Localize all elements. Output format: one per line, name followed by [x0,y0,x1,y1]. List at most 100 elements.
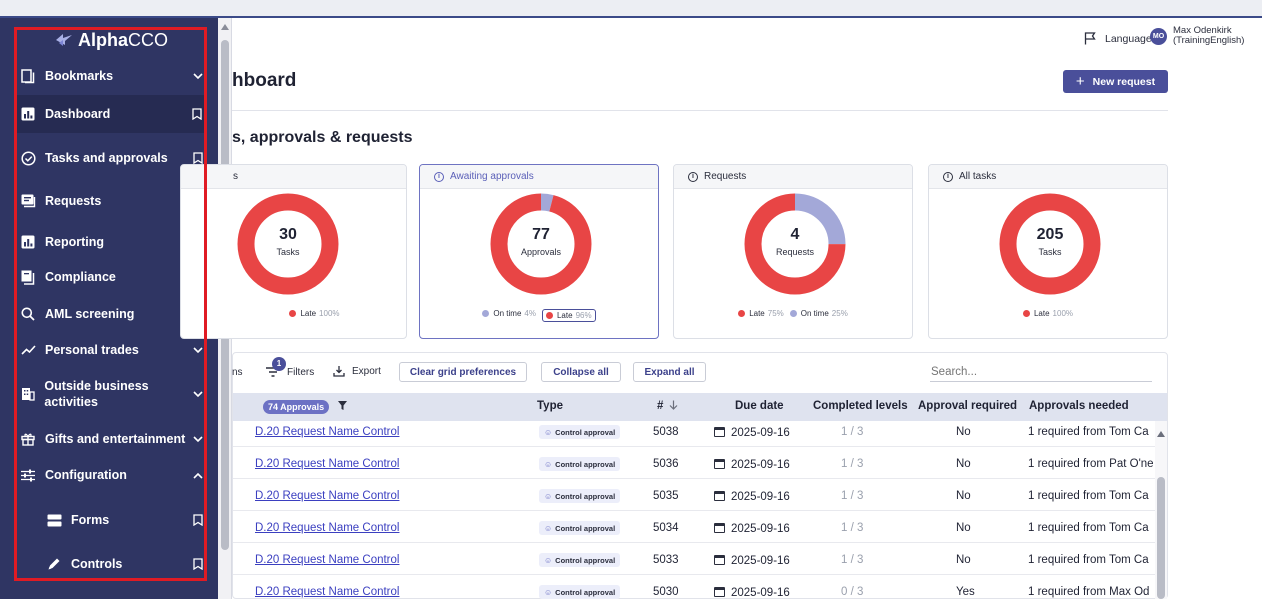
donut-value: 30 [279,226,297,243]
legend-item[interactable]: Late 100% [1022,309,1073,318]
summary-card[interactable]: s 30 Tasks Late 100% [180,164,407,339]
person-icon: ☺ [544,491,553,501]
sidebar-item-dashboard[interactable]: Dashboard [17,95,207,133]
flag-icon [1084,32,1096,45]
legend-item[interactable]: On time 25% [789,309,848,318]
export-button[interactable]: Export [333,365,381,377]
table-row[interactable]: D.20 Request Name Control ☺ Control approv… [233,447,1155,479]
scroll-up-arrow-icon[interactable] [221,24,229,30]
sidebar-item-forms[interactable]: Forms [46,511,208,529]
donut-unit: Requests [775,247,815,257]
sidebar-item-configuration[interactable]: Configuration [20,466,208,484]
summary-card[interactable]: i Awaiting approvals 77 Approvals On time 4% L… [419,164,659,339]
chevron-up-icon[interactable] [192,469,204,481]
sidebar-item-label: Compliance [45,270,116,284]
table-row[interactable]: D.20 Request Name Control ☺ Control approv… [233,575,1155,599]
approval-required: No [956,522,971,534]
request-name-link[interactable]: D.20 Request Name Control [255,586,399,598]
request-name-link[interactable]: D.20 Request Name Control [255,554,399,566]
type-label: Control approval [555,491,616,501]
request-number: 5035 [653,490,679,502]
calendar-icon [714,459,725,469]
approval-required: No [956,554,971,566]
summary-card[interactable]: i Requests 4 Requests Late 75% On time 25% [673,164,913,339]
type-badge: ☺ Control approval [539,425,621,439]
sidebar-item-outside-business-activities[interactable]: Outside business activities [20,377,208,411]
request-name-link[interactable]: D.20 Request Name Control [255,426,399,438]
request-name-link[interactable]: D.20 Request Name Control [255,522,399,534]
filters-button[interactable]: 1 Filters [264,356,314,378]
columns-button-label[interactable]: ns [232,367,243,378]
bookmark-icon[interactable] [191,108,203,120]
collapse-all-button[interactable]: Collapse all [541,362,621,382]
pencil-icon [46,556,62,572]
column-header-type[interactable]: Type [537,400,563,412]
calendar-icon [714,491,725,501]
clear-grid-preferences-button[interactable]: Clear grid preferences [399,362,527,382]
person-icon: ☺ [544,459,553,469]
search-input[interactable] [930,362,1152,382]
table-row[interactable]: D.20 Request Name Control ☺ Control approv… [233,511,1155,543]
summary-card[interactable]: i All tasks 205 Tasks Late 100% [928,164,1168,339]
table-row[interactable]: D.20 Request Name Control ☺ Control approv… [233,543,1155,575]
sidebar-item-gifts-and-entertainment[interactable]: Gifts and entertainment [20,430,208,448]
calendar-icon [714,427,725,437]
app-logo[interactable]: AlphaCCO [54,28,168,52]
chevron-down-icon[interactable] [192,433,204,445]
column-header-approvals-needed[interactable]: Approvals needed [1029,400,1129,412]
sidebar-item-bookmarks[interactable]: Bookmarks [20,67,208,85]
logo-mark-icon [56,34,72,46]
expand-all-button[interactable]: Expand all [633,362,706,382]
table-row[interactable]: D.20 Request Name Control ☺ Control approv… [233,421,1155,447]
column-header-due-date[interactable]: Due date [735,400,784,412]
donut-value: 77 [532,226,550,243]
column-header-approval-required[interactable]: Approval required [918,400,1017,412]
approvals-needed: 1 required from Tom Ca [1028,426,1149,438]
filter-icon: 1 [264,356,286,378]
type-label: Control approval [555,459,616,469]
legend-percent: 25% [831,309,848,318]
card-legend: Late 100% [202,309,406,318]
legend-item[interactable]: Late 75% [738,309,784,318]
legend-label: On time [493,309,522,318]
legend-item[interactable]: Late 100% [289,309,340,318]
bookmark-icon[interactable] [192,558,204,570]
request-name-link[interactable]: D.20 Request Name Control [255,458,399,470]
person-icon: ☺ [544,555,553,565]
new-request-button[interactable]: + New request [1063,70,1168,93]
funnel-icon[interactable] [338,401,347,410]
legend-item[interactable]: Late 96% [541,309,596,322]
grid-scroll-thumb[interactable] [1157,477,1165,599]
column-header-number[interactable]: # [657,400,678,412]
bookmark-icon[interactable] [192,514,204,526]
sidebar-item-controls[interactable]: Controls [46,555,208,573]
chevron-down-icon[interactable] [192,70,204,82]
request-name-link[interactable]: D.20 Request Name Control [255,490,399,502]
chevron-down-icon[interactable] [192,344,204,356]
table-row[interactable]: D.20 Request Name Control ☺ Control approv… [233,479,1155,511]
sidebar-item-label: Personal trades [45,343,139,357]
scroll-up-arrow-icon[interactable] [1157,431,1165,437]
sidebar-item-label: Reporting [45,235,105,249]
grid-scrollbar[interactable] [1155,421,1167,599]
sidebar-item-label: Tasks and approvals [45,151,168,165]
completed-levels: 1 / 3 [841,458,864,470]
approvals-count-chip[interactable]: 74 Approvals [263,400,330,414]
completed-levels: 0 / 3 [841,586,864,598]
legend-item[interactable]: On time 4% [482,309,536,322]
donut-center-label: 4 Requests [743,226,847,257]
user-menu[interactable]: MO Max Odenkirk (TrainingEnglish) [1150,26,1244,46]
bookmark-icon[interactable] [192,152,204,164]
column-header-completed-levels[interactable]: Completed levels [813,400,914,412]
due-date-value: 2025-09-16 [731,555,790,567]
sidebar-item-personal-trades[interactable]: Personal trades [20,341,208,359]
language-button[interactable]: Language [1084,32,1152,45]
sidebar-item-tasks-and-approvals[interactable]: Tasks and approvals [20,149,208,167]
top-bar: Language MO Max Odenkirk (TrainingEnglis… [232,18,1262,58]
sidebar-item-label: AML screening [45,307,135,321]
chevron-down-icon[interactable] [192,388,204,400]
due-date-value: 2025-09-16 [731,491,790,503]
donut-center-label: 205 Tasks [998,226,1102,257]
completed-levels: 1 / 3 [841,522,864,534]
export-label: Export [352,365,381,377]
